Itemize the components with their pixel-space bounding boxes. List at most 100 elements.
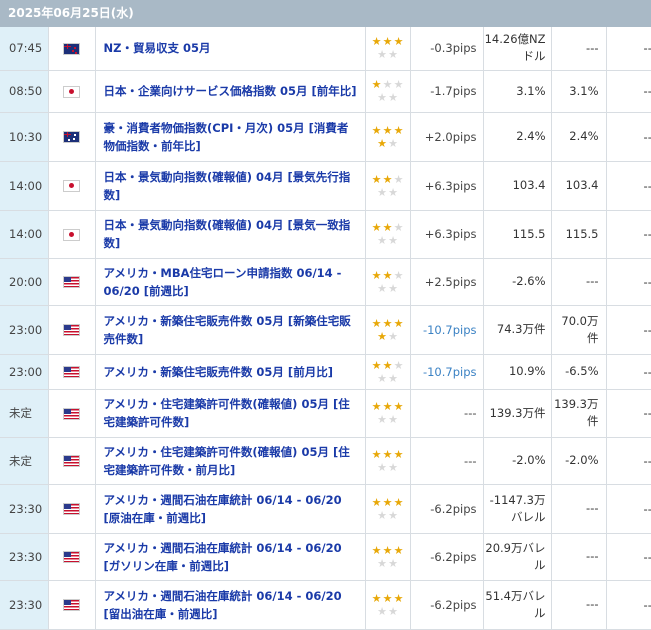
forecast-cell: --- <box>551 580 607 630</box>
indicator-link[interactable]: 日本・企業向けサービス価格指数 05月 [前年比] <box>104 84 357 98</box>
table-row: 23:30 アメリカ・週間石油在庫統計 06/14 - 06/20 [留出油在庫・… <box>0 580 651 630</box>
star-filled-icon: ★ <box>382 268 393 282</box>
pips-cell: -10.7pips <box>410 305 484 355</box>
star-filled-icon: ★ <box>371 316 382 330</box>
star-empty-icon: ★ <box>393 172 404 186</box>
au-flag-icon <box>63 131 80 143</box>
result-cell: 103.4 <box>483 161 552 211</box>
star-filled-icon: ★ <box>371 543 382 557</box>
pips-cell: +6.3pips <box>410 210 484 259</box>
star-filled-icon: ★ <box>371 400 382 413</box>
indicator-link[interactable]: 豪・消費者物価指数(CPI・月次) 05月 [消費者物価指数・前年比] <box>104 121 349 153</box>
star-empty-icon: ★ <box>388 508 398 522</box>
pips-cell: -1.7pips <box>410 70 484 113</box>
indicator-link[interactable]: NZ・貿易収支 05月 <box>104 41 211 55</box>
previous-cell: --- <box>606 258 651 306</box>
star-filled-icon: ★ <box>371 221 382 234</box>
time-cell: 14:00 <box>0 210 49 259</box>
indicator-link[interactable]: アメリカ・新築住宅販売件数 05月 [前月比] <box>104 365 333 379</box>
indicator-name-cell: 豪・消費者物価指数(CPI・月次) 05月 [消費者物価指数・前年比] <box>95 112 366 162</box>
star-empty-icon: ★ <box>377 185 387 199</box>
importance-stars: ★★★ ★★ <box>365 161 411 211</box>
importance-stars: ★★★ ★★ <box>365 258 411 306</box>
indicator-link[interactable]: アメリカ・週間石油在庫統計 06/14 - 06/20 [留出油在庫・前週比] <box>104 589 342 621</box>
star-empty-icon: ★ <box>388 136 398 150</box>
result-cell: 115.5 <box>483 210 552 259</box>
result-cell: 10.9% <box>483 354 552 390</box>
star-filled-icon: ★ <box>393 591 404 605</box>
star-filled-icon: ★ <box>371 358 382 372</box>
previous-cell: --- <box>606 389 651 438</box>
us-flag-icon <box>63 366 80 378</box>
previous-cell: --- <box>606 27 651 71</box>
star-filled-icon: ★ <box>382 123 393 137</box>
flag-cell <box>48 580 96 630</box>
indicator-link[interactable]: アメリカ・新築住宅販売件数 05月 [新築住宅販売件数] <box>104 314 351 346</box>
indicator-link[interactable]: アメリカ・住宅建築許可件数(確報値) 05月 [住宅建築許可件数・前月比] <box>104 445 350 477</box>
importance-stars: ★★★ ★★ <box>365 354 411 390</box>
star-filled-icon: ★ <box>371 447 382 461</box>
flag-cell <box>48 210 96 259</box>
flag-cell <box>48 389 96 438</box>
forecast-cell: 103.4 <box>551 161 607 211</box>
table-row: 08:50 日本・企業向けサービス価格指数 05月 [前年比] ★★★ ★★ -1.7p… <box>0 70 651 113</box>
star-empty-icon: ★ <box>377 371 387 385</box>
indicator-name-cell: アメリカ・MBA住宅ローン申請指数 06/14 - 06/20 [前週比] <box>95 258 366 306</box>
indicator-name-cell: アメリカ・住宅建築許可件数(確報値) 05月 [住宅建築許可件数] <box>95 389 366 438</box>
table-row: 14:00 日本・景気動向指数(確報値) 04月 [景気先行指数] ★★★ ★★ +6.… <box>0 161 651 211</box>
star-empty-icon: ★ <box>393 221 404 234</box>
indicator-name-cell: アメリカ・週間石油在庫統計 06/14 - 06/20 [留出油在庫・前週比] <box>95 580 366 630</box>
star-empty-icon: ★ <box>377 460 387 474</box>
previous-cell: --- <box>606 112 651 162</box>
previous-cell: --- <box>606 305 651 355</box>
time-cell: 23:00 <box>0 305 49 355</box>
star-filled-icon: ★ <box>377 329 387 343</box>
table-row: 未定 アメリカ・住宅建築許可件数(確報値) 05月 [住宅建築許可件数] ★★★ ★★… <box>0 389 651 438</box>
indicator-link[interactable]: 日本・景気動向指数(確報値) 04月 [景気先行指数] <box>104 170 351 202</box>
indicator-name-cell: 日本・景気動向指数(確報値) 04月 [景気一致指数] <box>95 210 366 259</box>
flag-cell <box>48 484 96 534</box>
star-filled-icon: ★ <box>371 78 382 91</box>
indicator-name-cell: アメリカ・週間石油在庫統計 06/14 - 06/20 [ガソリン在庫・前週比] <box>95 533 366 581</box>
pips-cell: -0.3pips <box>410 27 484 71</box>
star-empty-icon: ★ <box>388 460 398 474</box>
time-cell: 14:00 <box>0 161 49 211</box>
forecast-cell: 70.0万件 <box>551 305 607 355</box>
table-row: 07:45 NZ・貿易収支 05月 ★★★ ★★ -0.3pips 14.26億NZドル -… <box>0 27 651 71</box>
importance-stars: ★★★ ★★ <box>365 389 411 438</box>
previous-cell: --- <box>606 210 651 259</box>
star-empty-icon: ★ <box>388 91 398 104</box>
indicator-link[interactable]: アメリカ・住宅建築許可件数(確報値) 05月 [住宅建築許可件数] <box>104 397 350 429</box>
indicator-link[interactable]: 日本・景気動向指数(確報値) 04月 [景気一致指数] <box>104 218 351 250</box>
time-cell: 23:30 <box>0 533 49 581</box>
pips-cell: --- <box>410 389 484 438</box>
previous-cell: --- <box>606 161 651 211</box>
flag-cell <box>48 112 96 162</box>
star-empty-icon: ★ <box>388 413 398 426</box>
star-filled-icon: ★ <box>382 316 393 330</box>
jp-flag-icon <box>63 228 80 241</box>
time-cell: 10:30 <box>0 112 49 162</box>
star-filled-icon: ★ <box>382 495 393 509</box>
star-empty-icon: ★ <box>393 78 404 91</box>
star-filled-icon: ★ <box>382 543 393 557</box>
us-flag-icon <box>63 599 80 611</box>
star-filled-icon: ★ <box>382 172 393 186</box>
forecast-cell: --- <box>551 533 607 581</box>
result-cell: 74.3万件 <box>483 305 552 355</box>
previous-cell: --- <box>606 437 651 485</box>
star-filled-icon: ★ <box>382 400 393 413</box>
flag-cell <box>48 161 96 211</box>
pips-cell: -6.2pips <box>410 580 484 630</box>
star-filled-icon: ★ <box>393 316 404 330</box>
importance-stars: ★★★ ★★ <box>365 112 411 162</box>
pips-cell: +2.0pips <box>410 112 484 162</box>
indicator-link[interactable]: アメリカ・MBA住宅ローン申請指数 06/14 - 06/20 [前週比] <box>104 266 342 298</box>
time-cell: 08:50 <box>0 70 49 113</box>
us-flag-icon <box>63 276 80 288</box>
star-empty-icon: ★ <box>388 48 398 62</box>
table-row: 23:30 アメリカ・週間石油在庫統計 06/14 - 06/20 [原油在庫・前… <box>0 484 651 534</box>
indicator-link[interactable]: アメリカ・週間石油在庫統計 06/14 - 06/20 [ガソリン在庫・前週比] <box>104 541 342 573</box>
indicator-link[interactable]: アメリカ・週間石油在庫統計 06/14 - 06/20 [原油在庫・前週比] <box>104 493 342 525</box>
jp-flag-icon <box>63 85 80 98</box>
